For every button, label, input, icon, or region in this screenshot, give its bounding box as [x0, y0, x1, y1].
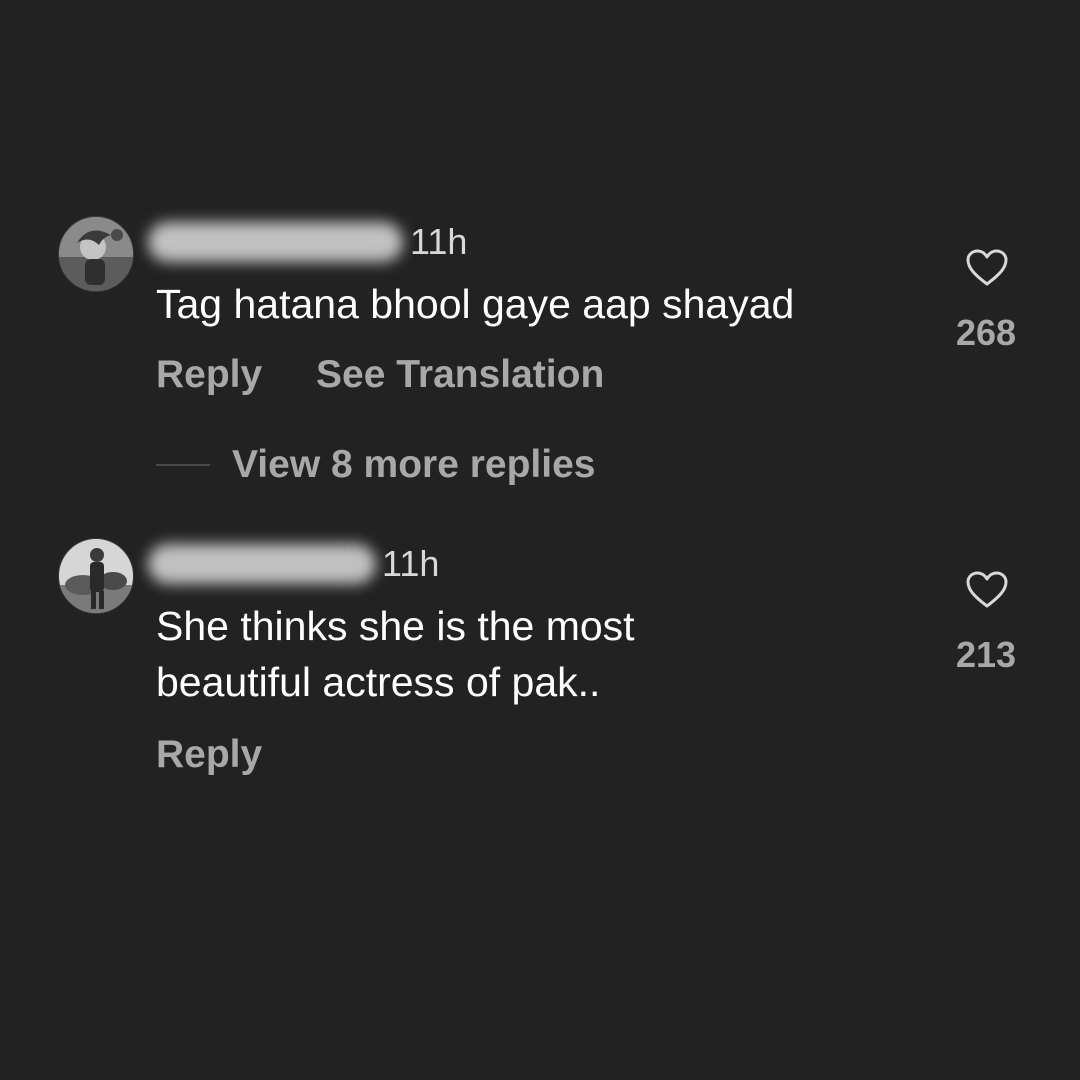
comment-text-line: beautiful actress of pak.. — [156, 659, 601, 705]
comment-timestamp: 11h — [410, 221, 468, 262]
view-replies-button[interactable]: View 8 more replies — [232, 442, 595, 488]
reply-button[interactable]: Reply — [156, 732, 262, 778]
comment-timestamp: 11h — [382, 543, 440, 584]
comment-text: Tag hatana bhool gaye aap shayad — [156, 281, 795, 327]
heart-outline-icon[interactable] — [965, 248, 1009, 288]
like-count: 213 — [955, 634, 1017, 675]
username-redacted[interactable] — [148, 222, 403, 262]
like-count: 268 — [955, 312, 1017, 353]
comment-text: She thinks she is the most beautiful act… — [156, 598, 916, 710]
heart-outline-icon[interactable] — [965, 570, 1009, 610]
replies-divider — [156, 464, 210, 466]
avatar[interactable] — [58, 216, 134, 292]
avatar[interactable] — [58, 538, 134, 614]
see-translation-button[interactable]: See Translation — [316, 352, 604, 398]
reply-button[interactable]: Reply — [156, 352, 262, 398]
username-redacted[interactable] — [148, 544, 376, 584]
comment-text-line: She thinks she is the most — [156, 603, 635, 649]
